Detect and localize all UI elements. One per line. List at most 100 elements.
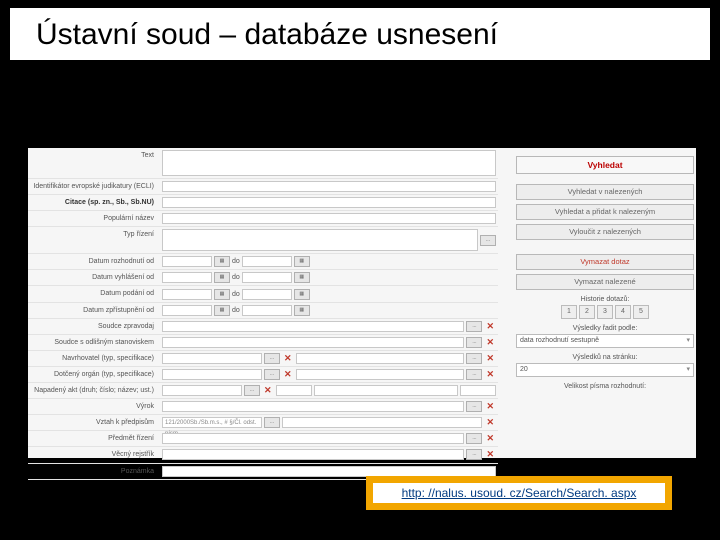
- lbl-vecny: Věcný rejstřík: [28, 447, 160, 462]
- pick-button[interactable]: ...: [466, 449, 482, 460]
- search-in-found-button[interactable]: Vyhledat v nalezených: [516, 184, 694, 200]
- lbl-soudce-zpravodaj: Soudce zpravodaj: [28, 319, 160, 334]
- vyrok-input[interactable]: [162, 401, 464, 412]
- lbl-ecli: Identifikátor evropské judikatury (ECLI): [28, 179, 160, 194]
- pick-button[interactable]: ...: [466, 433, 482, 444]
- cal-icon[interactable]: ▦: [214, 289, 230, 300]
- datum-zprist-do[interactable]: [242, 305, 292, 316]
- history-page-1[interactable]: 1: [561, 305, 577, 319]
- datum-rozhodnuti-od[interactable]: [162, 256, 212, 267]
- citace-input[interactable]: [162, 197, 496, 208]
- lbl-datum-rozhodnuti: Datum rozhodnutí od: [28, 254, 160, 269]
- sort-select[interactable]: data rozhodnutí sestupně: [516, 334, 694, 348]
- clear-icon[interactable]: ✕: [484, 321, 496, 332]
- poznamka-input[interactable]: [162, 466, 496, 477]
- source-link[interactable]: http: //nalus. usoud. cz/Search/Search. …: [373, 483, 665, 503]
- search-form: Text Identifikátor evropské judikatury (…: [28, 148, 696, 458]
- napadeny-ust-input[interactable]: [460, 385, 496, 396]
- lbl-typ: Typ řízení: [28, 227, 160, 253]
- lbl-datum-zprist: Datum zpřístupnění od: [28, 303, 160, 318]
- slide-title: Ústavní soud – databáze usnesení: [36, 18, 508, 52]
- lbl-popularni: Populární název: [28, 211, 160, 226]
- datum-rozhodnuti-do[interactable]: [242, 256, 292, 267]
- pick-button[interactable]: ...: [264, 353, 280, 364]
- predmet-input[interactable]: [162, 433, 464, 444]
- lbl-vyrok: Výrok: [28, 399, 160, 414]
- lbl-poznamka: Poznámka: [28, 464, 160, 479]
- lbl-vztah: Vztah k předpisům: [28, 415, 160, 430]
- vztah-input[interactable]: 121/2000Sb./Sb.m.s., # §/Čl. odst. písm.: [162, 417, 262, 428]
- navrhovatel-typ-input[interactable]: [162, 353, 262, 364]
- lbl-predmet: Předmět řízení: [28, 431, 160, 446]
- clear-icon[interactable]: ✕: [484, 449, 496, 460]
- history-page-3[interactable]: 3: [597, 305, 613, 319]
- dotceny-typ-input[interactable]: [162, 369, 262, 380]
- cal-icon[interactable]: ▦: [214, 256, 230, 267]
- ecli-input[interactable]: [162, 181, 496, 192]
- cal-icon[interactable]: ▦: [214, 272, 230, 283]
- lbl-datum-vyhlaseni: Datum vyhlášení od: [28, 270, 160, 285]
- pick-button[interactable]: ...: [264, 417, 280, 428]
- soudce-odl-input[interactable]: [162, 337, 464, 348]
- pick-button[interactable]: ...: [466, 353, 482, 364]
- typ-pick-button[interactable]: ...: [480, 235, 496, 246]
- cal-icon[interactable]: ▦: [214, 305, 230, 316]
- history-page-4[interactable]: 4: [615, 305, 631, 319]
- napadeny-cislo-input[interactable]: [276, 385, 312, 396]
- clear-icon[interactable]: ✕: [484, 433, 496, 444]
- soudce-zpravodaj-input[interactable]: [162, 321, 464, 332]
- datum-vyhlaseni-od[interactable]: [162, 272, 212, 283]
- lbl-soudce-odl: Soudce s odlišným stanoviskem: [28, 335, 160, 350]
- pick-button[interactable]: ...: [466, 401, 482, 412]
- cal-icon[interactable]: ▦: [294, 305, 310, 316]
- clear-icon[interactable]: ✕: [282, 369, 294, 380]
- napadeny-nazev-input[interactable]: [314, 385, 458, 396]
- lbl-datum-podani: Datum podání od: [28, 286, 160, 301]
- sort-label: Výsledky řadit podle:: [516, 325, 694, 332]
- history-label: Historie dotazů:: [516, 296, 694, 303]
- cal-icon[interactable]: ▦: [294, 272, 310, 283]
- vecny-input[interactable]: [162, 449, 464, 460]
- datum-vyhlaseni-do[interactable]: [242, 272, 292, 283]
- clear-icon[interactable]: ✕: [484, 353, 496, 364]
- cal-icon[interactable]: ▦: [294, 256, 310, 267]
- history-pages: 1 2 3 4 5: [516, 305, 694, 319]
- search-add-button[interactable]: Vyhledat a přidat k nalezeným: [516, 204, 694, 220]
- history-page-2[interactable]: 2: [579, 305, 595, 319]
- exclude-button[interactable]: Vyloučit z nalezených: [516, 224, 694, 240]
- clear-icon[interactable]: ✕: [262, 385, 274, 396]
- lbl-citace: Citace (sp. zn., Sb., Sb.NU): [28, 195, 160, 210]
- pick-button[interactable]: ...: [466, 369, 482, 380]
- clear-icon[interactable]: ✕: [282, 353, 294, 364]
- clear-query-button[interactable]: Vymazat dotaz: [516, 254, 694, 270]
- clear-icon[interactable]: ✕: [484, 401, 496, 412]
- popularni-input[interactable]: [162, 213, 496, 224]
- pick-button[interactable]: ...: [466, 337, 482, 348]
- link-callout: http: //nalus. usoud. cz/Search/Search. …: [366, 476, 672, 510]
- typ-input[interactable]: [162, 229, 478, 251]
- clear-found-button[interactable]: Vymazat nalezené: [516, 274, 694, 290]
- clear-icon[interactable]: ✕: [484, 337, 496, 348]
- perpage-select[interactable]: 20: [516, 363, 694, 377]
- cal-icon[interactable]: ▦: [294, 289, 310, 300]
- history-page-5[interactable]: 5: [633, 305, 649, 319]
- napadeny-druh-input[interactable]: [162, 385, 242, 396]
- search-button[interactable]: Vyhledat: [516, 156, 694, 174]
- lbl-text: Text: [28, 148, 160, 178]
- pick-button[interactable]: ...: [264, 369, 280, 380]
- pick-button[interactable]: ...: [466, 321, 482, 332]
- vztah-spec-input[interactable]: [282, 417, 482, 428]
- dotceny-spec-input[interactable]: [296, 369, 465, 380]
- datum-podani-od[interactable]: [162, 289, 212, 300]
- perpage-label: Výsledků na stránku:: [516, 354, 694, 361]
- fontsize-label: Velikost písma rozhodnutí:: [516, 383, 694, 390]
- pick-button[interactable]: ...: [244, 385, 260, 396]
- text-input[interactable]: [162, 150, 496, 176]
- clear-icon[interactable]: ✕: [484, 369, 496, 380]
- datum-podani-do[interactable]: [242, 289, 292, 300]
- lbl-dotceny: Dotčený orgán (typ, specifikace): [28, 367, 160, 382]
- lbl-navrhovatel: Navrhovatel (typ, specifikace): [28, 351, 160, 366]
- clear-icon[interactable]: ✕: [484, 417, 496, 428]
- navrhovatel-spec-input[interactable]: [296, 353, 465, 364]
- datum-zprist-od[interactable]: [162, 305, 212, 316]
